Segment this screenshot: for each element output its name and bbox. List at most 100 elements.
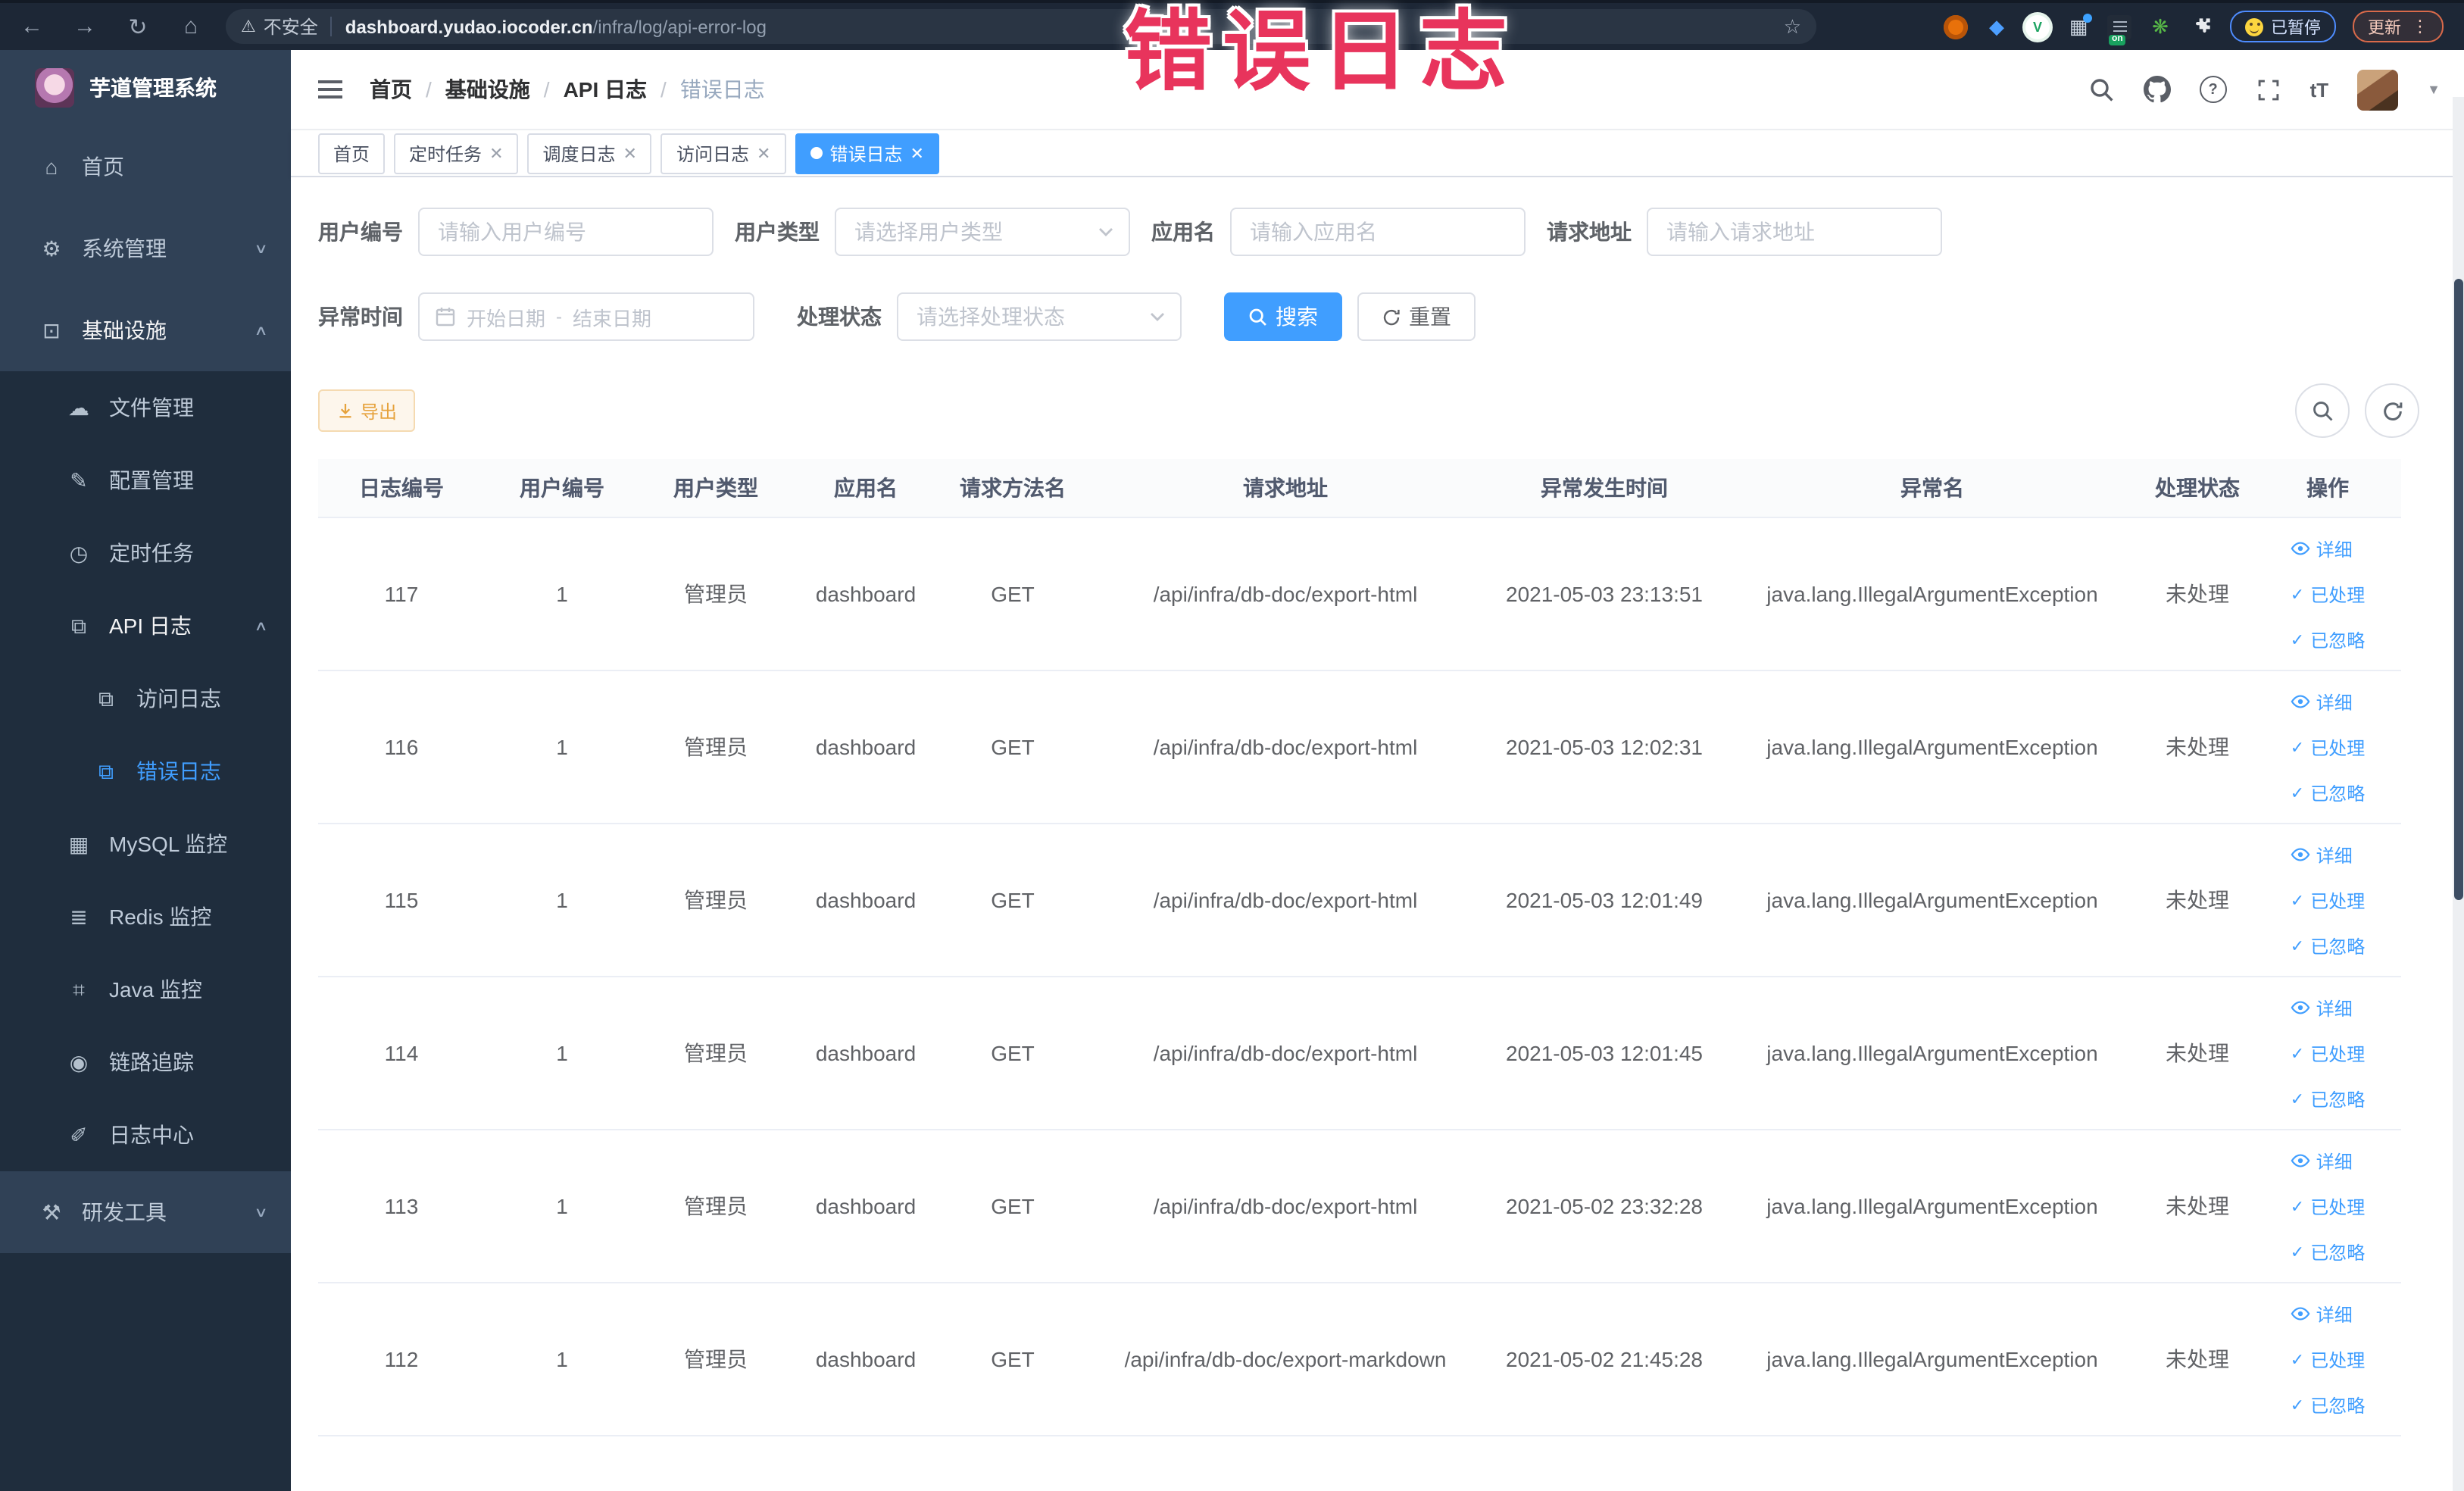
extension-icon-switch[interactable]: on — [2107, 14, 2131, 45]
close-icon[interactable]: ✕ — [623, 143, 637, 163]
url-text[interactable]: dashboard.yudao.iocoder.cn/infra/log/api… — [345, 16, 767, 37]
forward-icon[interactable]: → — [71, 14, 98, 39]
address-bar[interactable]: ⚠ 不安全 dashboard.yudao.iocoder.cn/infra/l… — [226, 9, 1816, 44]
sidebar-item-trace[interactable]: ◉ 链路追踪 — [0, 1026, 291, 1099]
detail-link[interactable]: 详细 — [2291, 995, 2353, 1021]
breadcrumb-item[interactable]: 首页 — [370, 74, 412, 105]
extension-icon-leaf[interactable]: ❋ — [2148, 14, 2172, 39]
detail-link[interactable]: 详细 — [2291, 1301, 2353, 1327]
reload-icon[interactable]: ↻ — [124, 13, 151, 40]
mark-ignored-link[interactable]: ✓ 已忽略 — [2291, 1392, 2365, 1418]
mark-ignored-link[interactable]: ✓ 已忽略 — [2291, 1086, 2365, 1111]
mark-ignored-link[interactable]: ✓ 已忽略 — [2291, 933, 2365, 958]
extension-icon-grid[interactable]: ▦ — [2066, 13, 2092, 39]
cell-time: 2021-05-03 12:01:49 — [1485, 824, 1724, 977]
app-frame: 芋道管理系统 ⌂ 首页 ⚙ 系统管理 ∨ ⊡ 基础设施 ∧ ☁ 文件管理 ✎ 配… — [0, 50, 2464, 1491]
sidebar-item-system[interactable]: ⚙ 系统管理 ∨ — [0, 208, 291, 289]
app-logo-row[interactable]: 芋道管理系统 — [0, 50, 291, 126]
sidebar-item-log-center[interactable]: ✐ 日志中心 — [0, 1099, 291, 1171]
sidebar-item-infra[interactable]: ⊡ 基础设施 ∧ — [0, 289, 291, 371]
chevron-down-icon — [1098, 227, 1113, 236]
sidebar-item-dev-tools[interactable]: ⚒ 研发工具 ∨ — [0, 1171, 291, 1253]
back-icon[interactable]: ← — [18, 14, 45, 39]
user-avatar[interactable] — [2357, 69, 2399, 110]
mark-ignored-link[interactable]: ✓ 已忽略 — [2291, 627, 2365, 652]
select-placeholder: 请选择处理状态 — [917, 305, 1065, 329]
font-size-icon[interactable]: tT — [2310, 78, 2329, 101]
tab-schedule-log[interactable]: 调度日志 ✕ — [527, 133, 652, 173]
close-icon[interactable]: ✕ — [910, 143, 923, 163]
toggle-search-button[interactable] — [2295, 383, 2350, 438]
mark-processed-link[interactable]: ✓ 已处理 — [2291, 734, 2365, 760]
detail-link[interactable]: 详细 — [2291, 536, 2353, 561]
cell-time: 2021-05-02 23:32:28 — [1485, 1130, 1724, 1283]
mark-processed-link[interactable]: ✓ 已处理 — [2291, 1040, 2365, 1066]
process-status-select[interactable]: 请选择处理状态 — [897, 292, 1182, 341]
security-label[interactable]: 不安全 — [264, 14, 318, 39]
table-row: 114 1 管理员 dashboard GET/api/infra/db-doc/exp… — [318, 977, 2401, 1130]
github-icon[interactable] — [2143, 76, 2171, 103]
bookmark-star-icon[interactable]: ☆ — [1784, 14, 1801, 39]
sidebar-item-scheduled-jobs[interactable]: ◷ 定时任务 — [0, 517, 291, 589]
col-method: 请求方法名 — [939, 459, 1086, 518]
tab-home[interactable]: 首页 — [318, 133, 386, 173]
tab-access-log[interactable]: 访问日志 ✕ — [661, 133, 786, 173]
extension-icon-green-v[interactable]: V — [2025, 14, 2050, 39]
detail-link[interactable]: 详细 — [2291, 842, 2353, 867]
refresh-button[interactable] — [2365, 383, 2419, 438]
field-label: 请求地址 — [1547, 220, 1632, 244]
export-button[interactable]: 导出 — [318, 389, 416, 432]
breadcrumb-item[interactable]: 基础设施 — [445, 74, 530, 105]
sidebar-item-label: 首页 — [82, 155, 124, 179]
home-icon[interactable]: ⌂ — [177, 14, 205, 39]
tab-scheduled-jobs[interactable]: 定时任务 ✕ — [394, 133, 519, 173]
filter-request-url: 请求地址 — [1547, 208, 1942, 256]
reset-button[interactable]: 重置 — [1357, 292, 1476, 341]
tab-error-log[interactable]: 错误日志 ✕ — [795, 133, 939, 173]
date-range-picker[interactable]: 开始日期 - 结束日期 — [418, 292, 754, 341]
app-name-input[interactable] — [1232, 209, 1524, 255]
ignored-label: 已忽略 — [2310, 936, 2366, 957]
mark-processed-link[interactable]: ✓ 已处理 — [2291, 887, 2365, 913]
extension-icon-orange[interactable] — [1944, 14, 1968, 39]
sidebar-item-access-log[interactable]: ⧉ 访问日志 — [0, 662, 291, 735]
mark-processed-link[interactable]: ✓ 已处理 — [2291, 581, 2365, 607]
detail-link[interactable]: 详细 — [2291, 689, 2353, 714]
sidebar-item-redis-monitor[interactable]: ≣ Redis 监控 — [0, 880, 291, 953]
sidebar-item-mysql-monitor[interactable]: ▦ MySQL 监控 — [0, 808, 291, 880]
page-scrollbar[interactable] — [2453, 97, 2464, 1491]
mark-processed-link[interactable]: ✓ 已处理 — [2291, 1346, 2365, 1372]
request-url-input[interactable] — [1648, 209, 1941, 255]
col-app-name: 应用名 — [792, 459, 939, 518]
sidebar-item-error-log[interactable]: ⧉ 错误日志 — [0, 735, 291, 808]
filter-row-1: 用户编号 用户类型 请选择用户类型 应用名 — [318, 208, 2437, 256]
sidebar-item-file-mgmt[interactable]: ☁ 文件管理 — [0, 371, 291, 444]
breadcrumb-item[interactable]: API 日志 — [564, 74, 647, 105]
cell-status: 未处理 — [2141, 670, 2254, 824]
sidebar-item-config-mgmt[interactable]: ✎ 配置管理 — [0, 444, 291, 517]
user-type-select[interactable]: 请选择用户类型 — [835, 208, 1130, 256]
user-menu-caret-icon[interactable]: ▼ — [2427, 82, 2441, 97]
check-icon: ✓ — [2290, 892, 2305, 910]
browser-menu-icon[interactable]: ⋮ — [2412, 17, 2428, 36]
user-id-input[interactable] — [420, 209, 712, 255]
sidebar-collapse-icon[interactable] — [318, 80, 342, 98]
scrollbar-thumb[interactable] — [2454, 279, 2463, 900]
fullscreen-icon[interactable] — [2256, 77, 2281, 102]
sidebar-item-java-monitor[interactable]: ⌗ Java 监控 — [0, 953, 291, 1026]
extensions-puzzle-icon[interactable] — [2189, 14, 2213, 39]
close-icon[interactable]: ✕ — [757, 143, 770, 163]
sidebar-item-api-log[interactable]: ⧉ API 日志 ∧ — [0, 589, 291, 662]
search-icon[interactable] — [2089, 77, 2115, 102]
extension-icon-shield[interactable]: ◆ — [1985, 14, 2009, 39]
browser-update-button[interactable]: 更新 ⋮ — [2353, 11, 2444, 42]
help-icon[interactable]: ? — [2199, 76, 2227, 103]
mark-processed-link[interactable]: ✓ 已处理 — [2291, 1193, 2365, 1219]
sidebar-item-home[interactable]: ⌂ 首页 — [0, 126, 291, 208]
recorder-paused-pill[interactable]: 已暂停 — [2230, 11, 2336, 42]
search-button[interactable]: 搜索 — [1224, 292, 1342, 341]
mark-ignored-link[interactable]: ✓ 已忽略 — [2291, 780, 2365, 805]
detail-link[interactable]: 详细 — [2291, 1148, 2353, 1174]
close-icon[interactable]: ✕ — [489, 143, 503, 163]
mark-ignored-link[interactable]: ✓ 已忽略 — [2291, 1239, 2365, 1264]
